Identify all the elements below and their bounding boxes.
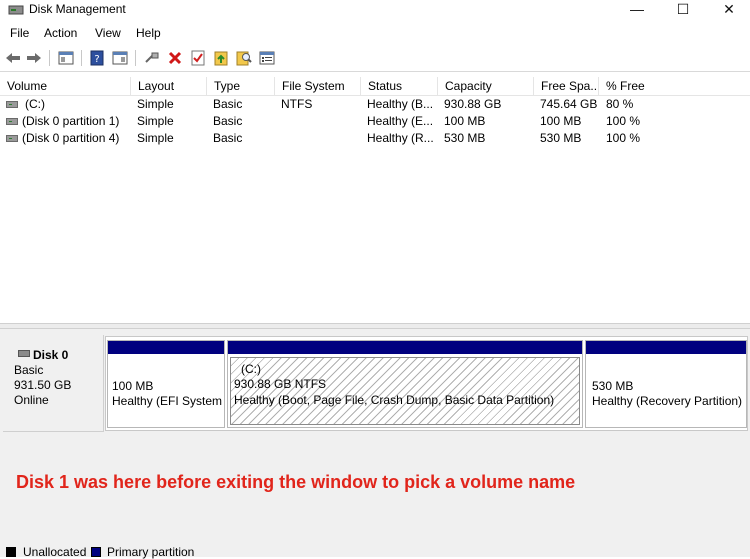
- column-header-type[interactable]: Type: [207, 77, 275, 95]
- help-icon[interactable]: ?: [88, 49, 106, 67]
- toolbar-separator: [49, 50, 50, 66]
- legend: Unallocated Primary partition: [0, 545, 750, 559]
- volume-row[interactable]: (Disk 0 partition 1) Simple Basic Health…: [0, 113, 750, 130]
- type-cell: Basic: [213, 131, 243, 145]
- status-cell: Healthy (R...: [367, 131, 434, 145]
- disk-label-panel[interactable]: Disk 0 Basic 931.50 GB Online: [3, 335, 104, 432]
- free-space-cell: 745.64 GB: [540, 97, 598, 111]
- status-cell: Healthy (B...: [367, 97, 434, 111]
- capacity-cell: 100 MB: [444, 114, 486, 128]
- maximize-button[interactable]: ☐: [663, 0, 703, 18]
- partition-size: 100 MB: [112, 379, 154, 393]
- capacity-cell: 930.88 GB: [444, 97, 502, 111]
- disk-type: Basic: [14, 363, 44, 377]
- toolbar-separator: [135, 50, 136, 66]
- partition-size: 530 MB: [592, 379, 634, 393]
- partition-status: Healthy (EFI System: [112, 394, 223, 408]
- settings-icon[interactable]: [258, 49, 276, 67]
- primary-partition-bar: [228, 341, 582, 354]
- disk-name: Disk 0: [33, 348, 69, 362]
- properties-icon[interactable]: [111, 49, 129, 67]
- partition-c-drive[interactable]: (C:) 930.88 GB NTFS Healthy (Boot, Page …: [227, 340, 583, 428]
- partition-status: Healthy (Recovery Partition): [592, 394, 743, 408]
- drive-icon: [6, 118, 18, 125]
- menu-help[interactable]: Help: [136, 26, 161, 40]
- disk-management-app-icon: [8, 3, 24, 17]
- disk-size: 931.50 GB: [14, 378, 72, 392]
- forward-icon[interactable]: [25, 49, 43, 67]
- column-header-status[interactable]: Status: [361, 77, 438, 95]
- volume-row[interactable]: (Disk 0 partition 4) Simple Basic Health…: [0, 130, 750, 147]
- percent-free-cell: 100 %: [606, 131, 641, 145]
- drive-icon: [6, 101, 18, 108]
- back-icon[interactable]: [4, 49, 22, 67]
- menu-file[interactable]: File: [10, 26, 29, 40]
- unallocated-swatch: [6, 547, 16, 557]
- search-icon[interactable]: [235, 49, 253, 67]
- file-system-cell: NTFS: [281, 97, 313, 111]
- percent-free-cell: 80 %: [606, 97, 634, 111]
- selected-partition-hatch: [230, 357, 580, 425]
- type-cell: Basic: [213, 114, 243, 128]
- partition-size: 930.88 GB NTFS: [234, 377, 327, 391]
- partition-status: Healthy (Boot, Page File, Crash Dump, Ba…: [234, 393, 555, 407]
- column-header-volume[interactable]: Volume: [0, 77, 131, 95]
- delete-icon[interactable]: [166, 49, 184, 67]
- svg-text:?: ?: [94, 54, 99, 65]
- console-tree-icon[interactable]: [57, 49, 75, 67]
- percent-free-cell: 100 %: [606, 114, 641, 128]
- volume-list: Volume Layout Type File System Status Ca…: [0, 77, 750, 323]
- open-icon[interactable]: [212, 49, 230, 67]
- drive-icon: [6, 135, 18, 142]
- capacity-cell: 530 MB: [444, 131, 486, 145]
- connect-icon[interactable]: [143, 49, 161, 67]
- menu-bar: File Action View Help: [0, 23, 750, 43]
- close-button[interactable]: ✕: [709, 0, 749, 18]
- primary-partition-bar: [586, 341, 746, 354]
- layout-cell: Simple: [137, 131, 174, 145]
- column-header-percent-free[interactable]: % Free: [599, 77, 750, 95]
- type-cell: Basic: [213, 97, 243, 111]
- free-space-cell: 100 MB: [540, 114, 582, 128]
- menu-view[interactable]: View: [95, 26, 121, 40]
- volume-name: (Disk 0 partition 4): [22, 131, 120, 145]
- title-bar: Disk Management — ☐ ✕: [0, 0, 750, 22]
- disk-graphical-view: Disk 0 Basic 931.50 GB Online 100 MB Hea…: [0, 329, 750, 557]
- column-header-layout[interactable]: Layout: [131, 77, 207, 95]
- window-title: Disk Management: [29, 2, 126, 16]
- primary-partition-swatch: [91, 547, 101, 557]
- partition-efi[interactable]: 100 MB Healthy (EFI System: [107, 340, 225, 428]
- disk-state: Online: [14, 393, 49, 407]
- toolbar: ?: [0, 45, 750, 72]
- layout-cell: Simple: [137, 97, 174, 111]
- volume-list-header: Volume Layout Type File System Status Ca…: [0, 77, 750, 96]
- column-header-capacity[interactable]: Capacity: [438, 77, 534, 95]
- primary-partition-bar: [108, 341, 224, 354]
- annotation-note: Disk 1 was here before exiting the windo…: [16, 472, 576, 492]
- volume-name: (Disk 0 partition 1): [22, 114, 120, 128]
- column-header-free-space[interactable]: Free Spa...: [534, 77, 599, 95]
- menu-action[interactable]: Action: [44, 26, 77, 40]
- minimize-button[interactable]: —: [617, 0, 657, 18]
- status-cell: Healthy (E...: [367, 114, 434, 128]
- partition-recovery[interactable]: 530 MB Healthy (Recovery Partition): [585, 340, 747, 428]
- layout-cell: Simple: [137, 114, 174, 128]
- toolbar-separator: [81, 50, 82, 66]
- volume-row[interactable]: (C:) Simple Basic NTFS Healthy (B... 930…: [0, 96, 750, 113]
- check-icon[interactable]: [189, 49, 207, 67]
- partition-title: (C:): [241, 362, 261, 376]
- volume-name: (C:): [25, 97, 45, 111]
- free-space-cell: 530 MB: [540, 131, 582, 145]
- column-header-file-system[interactable]: File System: [275, 77, 361, 95]
- disk-partitions: 100 MB Healthy (EFI System (C:) 930.88 G…: [105, 336, 748, 431]
- disk-icon: [18, 350, 30, 357]
